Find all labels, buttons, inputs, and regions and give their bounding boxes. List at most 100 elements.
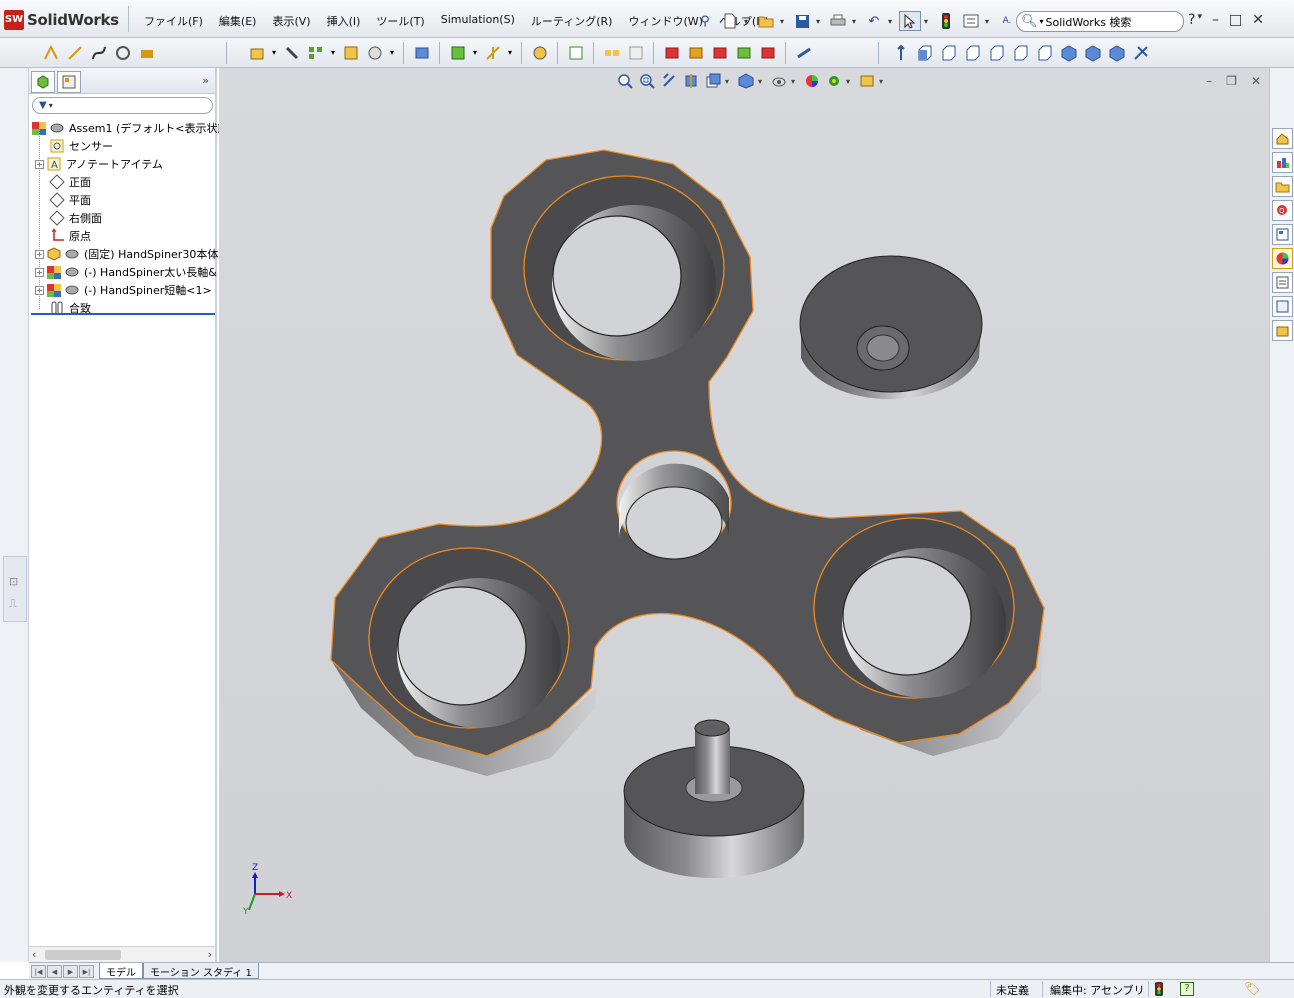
mate-icon[interactable] (281, 42, 302, 63)
options-icon[interactable] (960, 11, 982, 31)
property-manager-tab[interactable] (57, 71, 81, 93)
tree-node-origin[interactable]: 原点 (49, 227, 91, 245)
right-view-icon[interactable] (986, 42, 1007, 63)
collapsed-panel-tab[interactable]: ⊡ ⎍ (3, 556, 27, 622)
center-hole[interactable] (616, 450, 732, 560)
rollback-bar[interactable] (31, 313, 215, 315)
hide-show-items-icon[interactable] (769, 72, 788, 90)
close-button[interactable]: ✕ (1252, 12, 1264, 28)
scroll-thumb[interactable] (45, 950, 121, 960)
menu-file[interactable]: ファイル(F) (136, 13, 211, 29)
menu-edit[interactable]: 編集(E) (211, 13, 265, 29)
tree-filter[interactable]: ▼ ▾ (32, 97, 213, 114)
new-motion-study-icon[interactable] (529, 42, 550, 63)
instant3d-icon[interactable] (793, 42, 814, 63)
help-icon[interactable]: ? (1188, 12, 1195, 28)
minimize-button[interactable]: – (1212, 12, 1219, 28)
save-icon[interactable] (791, 11, 813, 31)
chevron-down-icon[interactable]: ▾ (852, 11, 860, 31)
tree-node-part-body[interactable]: + (固定) HandSpiner30本体 (35, 245, 218, 263)
horizontal-scrollbar[interactable]: ‹ › (29, 946, 215, 962)
scroll-right-icon[interactable]: › (208, 948, 212, 961)
quick-tips-help-icon[interactable]: ? (1180, 982, 1194, 996)
clearance-verification-icon[interactable] (685, 42, 706, 63)
menu-simulation[interactable]: Simulation(S) (433, 13, 523, 29)
chevron-down-icon[interactable]: ▾ (888, 11, 896, 31)
bearing-pocket-top-left[interactable] (523, 175, 725, 361)
first-tab-icon[interactable]: |◀ (31, 965, 46, 978)
tab-motion-study[interactable]: モーション スタディ 1 (143, 963, 259, 979)
search-input[interactable]: SolidWorks 検索 (1046, 14, 1132, 30)
smart-fasteners-icon[interactable] (340, 42, 361, 63)
tree-node-front-plane[interactable]: 正面 (49, 173, 91, 191)
maximize-button[interactable]: □ (1229, 12, 1242, 28)
linear-pattern-icon[interactable] (305, 42, 326, 63)
chevron-down-icon[interactable]: ▾ (846, 77, 854, 86)
chevron-down-icon[interactable]: ▾ (758, 77, 766, 86)
previous-tab-icon[interactable]: ◀ (47, 965, 62, 978)
interference-detection-icon[interactable] (661, 42, 682, 63)
zoom-to-area-icon[interactable] (637, 72, 656, 90)
chevron-down-icon[interactable]: ▾ (879, 77, 887, 86)
section-view-icon[interactable] (681, 72, 700, 90)
chevron-down-icon[interactable]: ▾ (270, 42, 278, 63)
menu-insert[interactable]: 挿入(I) (319, 13, 369, 29)
view-orientation-icon[interactable] (703, 72, 722, 90)
design-library-icon[interactable] (1272, 152, 1293, 173)
short-axis-cap[interactable] (799, 255, 983, 400)
explode-line-sketch-icon[interactable] (625, 42, 646, 63)
appearances-icon[interactable] (1272, 248, 1293, 269)
view-palette-icon[interactable] (1272, 224, 1293, 245)
dimetric-view-icon[interactable] (1106, 42, 1127, 63)
bottom-view-icon[interactable] (1034, 42, 1055, 63)
convert-entities-icon[interactable] (136, 42, 157, 63)
chevron-down-icon[interactable]: ▾ (985, 11, 993, 31)
edit-appearance-icon[interactable] (802, 72, 821, 90)
left-view-icon[interactable] (962, 42, 983, 63)
normal-to-icon[interactable] (890, 42, 911, 63)
trim-icon[interactable] (112, 42, 133, 63)
customize-icon[interactable]: A. (996, 11, 1018, 31)
move-component-icon[interactable] (364, 42, 385, 63)
hole-alignment-icon[interactable] (709, 42, 730, 63)
chevron-down-icon[interactable]: ▾ (506, 42, 514, 63)
chevron-down-icon[interactable]: ▾ (791, 77, 799, 86)
chevron-down-icon[interactable]: ▾ (1197, 12, 1202, 28)
tree-node-part-short-axis[interactable]: + (-) HandSpiner短軸<1> (35, 281, 212, 299)
insert-component-icon[interactable] (246, 42, 267, 63)
bearing-pocket-left[interactable] (368, 547, 570, 729)
feature-manager-tab[interactable] (31, 71, 55, 93)
view-settings-icon[interactable] (857, 72, 876, 90)
isometric-view-icon[interactable] (1058, 42, 1079, 63)
tree-node-right-plane[interactable]: 右側面 (49, 209, 102, 227)
forum-icon[interactable] (1272, 296, 1293, 317)
display-style-icon[interactable] (736, 72, 755, 90)
assembly-model[interactable]: Z X Y (219, 68, 1269, 962)
tab-model[interactable]: モデル (99, 963, 143, 979)
bearing-pocket-right[interactable] (813, 517, 1015, 699)
close-view-button[interactable]: ✕ (1251, 74, 1261, 88)
apply-scene-icon[interactable] (824, 72, 843, 90)
chevron-down-icon[interactable]: ▾ (388, 42, 396, 63)
menu-tools[interactable]: ツール(T) (368, 13, 432, 29)
solidworks-resources-icon[interactable] (1272, 128, 1293, 149)
next-tab-icon[interactable]: ▶ (63, 965, 78, 978)
toolbox-icon[interactable] (1272, 320, 1293, 341)
chevron-down-icon[interactable]: ▾ (329, 42, 337, 63)
chevron-down-icon[interactable]: ▾ (1040, 17, 1044, 26)
new-document-icon[interactable] (719, 11, 741, 31)
view-selector-icon[interactable] (1130, 42, 1151, 63)
search-results-icon[interactable]: Q (1272, 200, 1293, 221)
last-tab-icon[interactable]: ▶| (79, 965, 94, 978)
tree-node-annotations[interactable]: + A アノテートアイテム (35, 155, 163, 173)
assembly-features-icon[interactable] (447, 42, 468, 63)
previous-view-icon[interactable] (659, 72, 678, 90)
chevron-down-icon[interactable]: ▾ (780, 11, 788, 31)
long-axis-cap[interactable] (623, 719, 805, 878)
file-explorer-icon[interactable] (1272, 176, 1293, 197)
chevron-down-icon[interactable]: ▾ (744, 11, 752, 31)
mass-properties-icon[interactable] (733, 42, 754, 63)
rebuild-status-icon[interactable] (1155, 982, 1163, 998)
bill-of-materials-icon[interactable] (565, 42, 586, 63)
print-icon[interactable] (827, 11, 849, 31)
